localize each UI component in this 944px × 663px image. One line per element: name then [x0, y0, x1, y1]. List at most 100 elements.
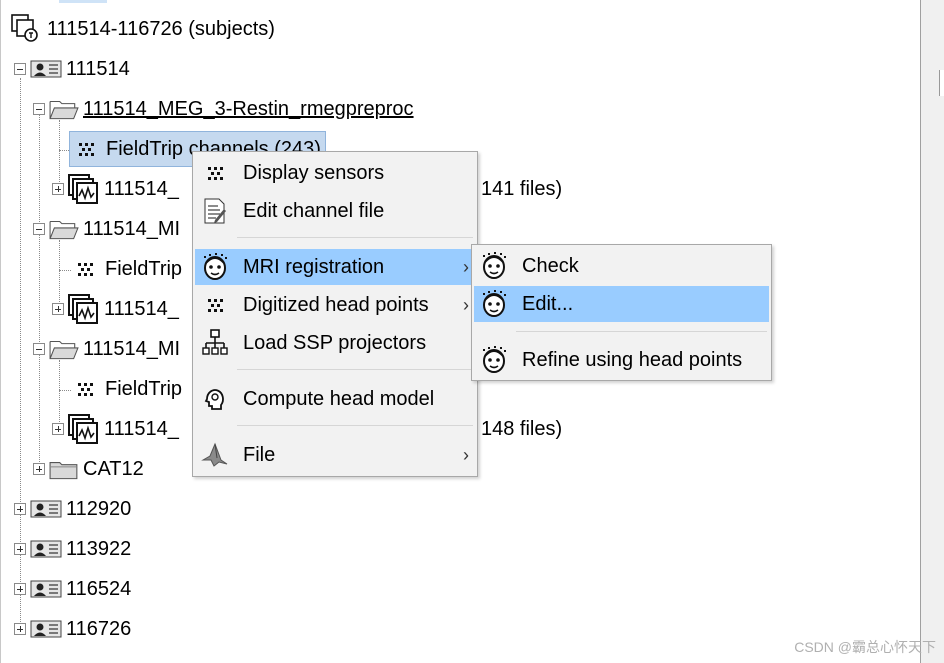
expand-toggle[interactable] — [14, 583, 26, 595]
folder-open-icon — [49, 98, 79, 120]
menu-item-label: Display sensors — [243, 162, 385, 184]
panel-tab — [939, 70, 944, 96]
scroll-highlight — [59, 0, 107, 3]
projector-tree-icon — [202, 329, 228, 355]
subject-icon — [30, 499, 62, 519]
subject-label: 116726 — [66, 618, 132, 640]
menu-item-display-sensors[interactable]: Display sensors — [195, 155, 475, 191]
collapse-toggle[interactable] — [33, 223, 45, 235]
collapse-toggle[interactable] — [33, 343, 45, 355]
menu-item-file[interactable]: File › — [195, 437, 475, 473]
collapse-toggle[interactable] — [14, 63, 26, 75]
tree-line — [59, 390, 71, 391]
watermark: CSDN @霸总心怀天下 — [794, 639, 936, 655]
submenu-item-check[interactable]: Check — [474, 248, 769, 284]
head-icon — [480, 346, 508, 374]
tree-line — [59, 270, 71, 271]
menu-separator — [516, 331, 767, 332]
study-label: 111514_MI — [83, 338, 181, 360]
tree-subject-112920[interactable]: 112920 — [14, 491, 131, 527]
study-label: 111514_MEG_3-Restin_rmegpreproc — [83, 98, 414, 120]
menu-separator — [237, 237, 473, 238]
tree-study-1[interactable]: 111514_MEG_3-Restin_rmegpreproc — [33, 91, 414, 127]
menu-item-digitized-head-points[interactable]: Digitized head points › — [195, 287, 475, 323]
channels-icon — [75, 379, 95, 399]
file-matlab-icon — [201, 442, 228, 467]
menu-item-label: Edit channel file — [243, 200, 385, 222]
subject-label: 113922 — [66, 538, 132, 560]
tree-data-2[interactable]: 111514_ — [52, 291, 179, 327]
submenu-arrow-icon: › — [463, 257, 469, 277]
menu-item-label: Digitized head points — [243, 294, 429, 316]
expand-toggle[interactable] — [14, 623, 26, 635]
tree-root-label: 111514-116726 (subjects) — [47, 18, 275, 40]
tree-data-3[interactable]: 111514_ — [52, 411, 179, 447]
menu-item-mri-registration[interactable]: MRI registration › — [195, 249, 475, 285]
channels-label: FieldTrip — [105, 378, 183, 400]
channels-icon — [205, 295, 225, 315]
menu-item-label: Compute head model — [243, 388, 435, 410]
tree-study-2[interactable]: 111514_MI — [33, 211, 180, 247]
expand-toggle[interactable] — [33, 463, 45, 475]
expand-toggle[interactable] — [14, 503, 26, 515]
submenu-arrow-icon: › — [463, 445, 469, 465]
expand-toggle[interactable] — [52, 183, 64, 195]
subject-icon — [30, 539, 62, 559]
tree-channels-2[interactable]: FieldTrip — [75, 251, 182, 287]
tree-subject-111514[interactable]: 111514 — [14, 51, 130, 87]
subject-label: 116524 — [66, 578, 132, 600]
subject-label: 112920 — [66, 498, 132, 520]
menu-item-label: MRI registration — [243, 256, 385, 278]
tree-channels-3[interactable]: FieldTrip — [75, 371, 182, 407]
data-label: 111514_ — [104, 418, 179, 440]
menu-item-edit-channel-file[interactable]: Edit channel file — [195, 193, 475, 229]
data-count-label: 141 files) — [481, 178, 563, 200]
channels-icon — [76, 139, 96, 159]
folder-open-icon — [49, 218, 79, 240]
folder-open-icon — [49, 338, 79, 360]
subject-label: 111514 — [66, 58, 130, 80]
head-model-icon — [204, 389, 224, 410]
submenu-item-refine[interactable]: Refine using head points — [474, 342, 769, 378]
menu-item-label: File — [243, 444, 276, 466]
tree-data-1-suffix: 141 files) — [481, 171, 562, 207]
channels-icon — [205, 163, 225, 183]
menu-item-label: Check — [522, 255, 579, 277]
tree-cat12[interactable]: CAT12 — [33, 451, 144, 487]
channels-label: FieldTrip — [105, 258, 183, 280]
tree-subject-116726[interactable]: 116726 — [14, 611, 131, 647]
study-label: 111514_MI — [83, 218, 181, 240]
right-panel-edge — [920, 0, 944, 663]
brain-data-icon — [68, 294, 98, 324]
tree-data-1[interactable]: 111514_ — [52, 171, 179, 207]
head-icon — [201, 253, 229, 281]
head-icon — [480, 252, 508, 280]
expand-toggle[interactable] — [52, 423, 64, 435]
data-count-label: 148 files) — [481, 418, 563, 440]
data-label: 111514_ — [104, 298, 179, 320]
menu-item-load-ssp-projectors[interactable]: Load SSP projectors — [195, 325, 475, 361]
tree-study-3[interactable]: 111514_MI — [33, 331, 180, 367]
tree-root[interactable]: 111514-116726 (subjects) — [11, 11, 275, 47]
submenu-arrow-icon: › — [463, 295, 469, 315]
brain-data-icon — [68, 174, 98, 204]
menu-item-compute-head-model[interactable]: Compute head model — [195, 381, 475, 417]
menu-item-label: Load SSP projectors — [243, 332, 427, 354]
head-icon — [480, 290, 508, 318]
subject-icon — [30, 619, 62, 639]
submenu-item-edit[interactable]: Edit... — [474, 286, 769, 322]
expand-toggle[interactable] — [52, 303, 64, 315]
menu-separator — [237, 369, 473, 370]
expand-toggle[interactable] — [14, 543, 26, 555]
folder-icon — [49, 458, 79, 480]
folder-label: CAT12 — [83, 458, 144, 480]
collapse-toggle[interactable] — [33, 103, 45, 115]
brain-data-icon — [68, 414, 98, 444]
tree-subject-116524[interactable]: 116524 — [14, 571, 131, 607]
mri-registration-submenu: Check Edit... Refine using head points — [471, 244, 772, 381]
edit-file-icon — [204, 198, 226, 224]
subjects-database-icon — [11, 14, 41, 44]
channels-icon — [75, 259, 95, 279]
tree-subject-113922[interactable]: 113922 — [14, 531, 131, 567]
subject-icon — [30, 579, 62, 599]
